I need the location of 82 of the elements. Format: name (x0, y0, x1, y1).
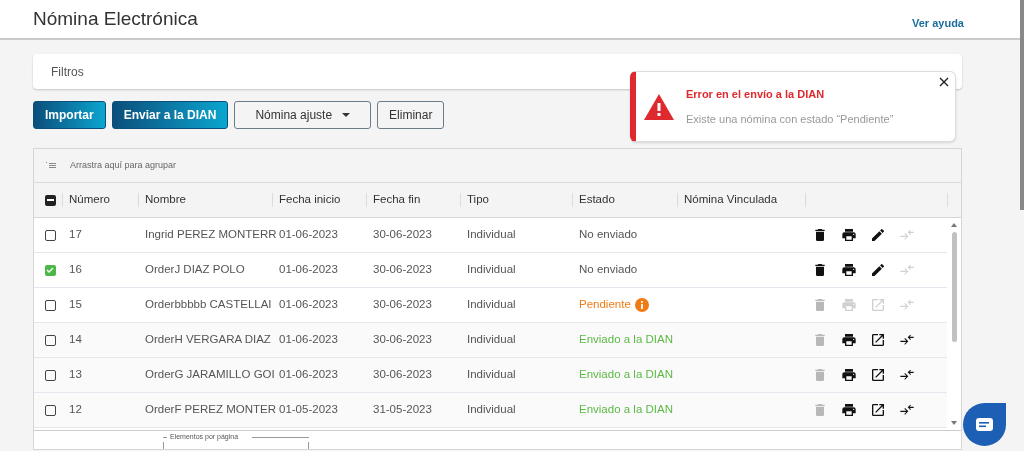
printer-icon[interactable] (841, 262, 857, 278)
column-header[interactable]: Número (69, 191, 110, 209)
toolbar-button[interactable]: Eliminar (377, 101, 445, 129)
status-text: Enviado a la DIAN (579, 367, 673, 383)
row-checkbox[interactable] (44, 299, 56, 311)
toolbar-button[interactable]: Nómina ajuste (234, 101, 372, 129)
table-cell: 14 (69, 333, 82, 346)
table-cell: 01-06-2023 (279, 228, 338, 241)
table-cell: 13 (69, 368, 82, 381)
toast-title: Error en el envío a la DIAN (686, 87, 826, 102)
row-checkbox[interactable] (44, 229, 56, 241)
printer-icon[interactable] (841, 402, 857, 418)
table-cell: 30-06-2023 (373, 368, 432, 381)
column-header[interactable]: Tipo (467, 191, 489, 209)
table-cell: 01-05-2023 (279, 403, 338, 416)
warning-icon (644, 93, 674, 120)
table-cell: 01-06-2023 (279, 333, 338, 346)
status-text: Pendiente (579, 297, 631, 313)
table-cell: 30-06-2023 (373, 228, 432, 241)
status-text: No enviado (579, 227, 638, 243)
trash-icon[interactable] (812, 227, 828, 243)
toolbar-button[interactable]: Enviar a la DIAN (111, 101, 229, 129)
row-checkbox[interactable] (44, 334, 56, 346)
table-cell: Individual (467, 228, 516, 241)
table-cell: 16 (69, 263, 82, 276)
table-cell: OrderJ DIAZ POLO (145, 263, 245, 276)
row-checkbox[interactable] (44, 264, 56, 276)
chat-icon (976, 418, 993, 431)
column-header[interactable]: Fecha fin (373, 191, 421, 209)
status-text: Enviado a la DIAN (579, 332, 673, 348)
trash-icon[interactable] (812, 262, 828, 278)
page-title: Nómina Electrónica (33, 6, 198, 31)
table-cell: 01-06-2023 (279, 298, 338, 311)
table-row[interactable]: 13 OrderG JARAMILLO GOI 01-06-2023 30-06-2023 Individual Enviado a la DIAN (34, 358, 947, 393)
row-checkbox[interactable] (44, 369, 56, 381)
column-header[interactable]: Nombre (145, 191, 186, 209)
table-cell: Individual (467, 403, 516, 416)
table-cell: 30-06-2023 (373, 333, 432, 346)
chat-button[interactable] (963, 403, 1006, 446)
column-header[interactable]: Fecha inicio (279, 191, 341, 209)
table-cell: OrderG JARAMILLO GOI (145, 368, 275, 381)
printer-icon[interactable] (841, 367, 857, 383)
table-row[interactable]: 14 OrderH VERGARA DIAZ 01-06-2023 30-06-2023 Individual Enviado a la DIAN (34, 323, 947, 358)
toolbar-button[interactable]: Importar (33, 101, 106, 129)
row-checkbox[interactable] (44, 404, 56, 416)
info-icon[interactable] (634, 298, 649, 312)
status-text: No enviado (579, 262, 638, 278)
table-cell: 12 (69, 403, 82, 416)
open-external-icon[interactable] (870, 367, 886, 383)
printer-icon[interactable] (841, 332, 857, 348)
table-cell: OrderH VERGARA DIAZ (145, 333, 271, 346)
table-cell: OrderF PEREZ MONTER (145, 403, 276, 416)
group-hint: Arrastra aquí para agrupar (70, 158, 177, 172)
help-link[interactable]: Ver ayuda (912, 14, 964, 32)
pencil-icon[interactable] (870, 262, 886, 278)
open-external-icon[interactable] (870, 332, 886, 348)
close-icon[interactable] (939, 77, 949, 87)
column-header[interactable]: Estado (579, 191, 615, 209)
table-cell: Individual (467, 263, 516, 276)
table-cell: 01-06-2023 (279, 263, 338, 276)
table-cell: Individual (467, 333, 516, 346)
pencil-icon[interactable] (870, 227, 886, 243)
toast-message: Existe una nómina con estado “Pendiente” (686, 111, 894, 127)
table-cell: Orderbbbbb CASTELLAI (145, 298, 272, 311)
printer-icon[interactable] (841, 227, 857, 243)
open-external-icon[interactable] (870, 402, 886, 418)
status-text: Enviado a la DIAN (579, 402, 673, 418)
table-cell: 15 (69, 298, 82, 311)
column-header[interactable]: Nómina Vinculada (684, 191, 778, 209)
caret-icon (342, 113, 351, 117)
filters-label: Filtros (51, 63, 84, 81)
select-all-checkbox[interactable] (44, 194, 56, 206)
table-cell: Individual (467, 368, 516, 381)
table-cell: Ingrid PEREZ MONTERR (145, 228, 277, 241)
table-cell: 31-05-2023 (373, 403, 432, 416)
table-cell: 30-06-2023 (373, 298, 432, 311)
group-icon (46, 161, 56, 170)
table-cell: Individual (467, 298, 516, 311)
table-cell: 30-06-2023 (373, 263, 432, 276)
table-cell: 17 (69, 228, 82, 241)
table-cell: 01-06-2023 (279, 368, 338, 381)
table-row[interactable]: 12 OrderF PEREZ MONTER 01-05-2023 31-05-2023 Individual Enviado a la DIAN (34, 393, 947, 428)
